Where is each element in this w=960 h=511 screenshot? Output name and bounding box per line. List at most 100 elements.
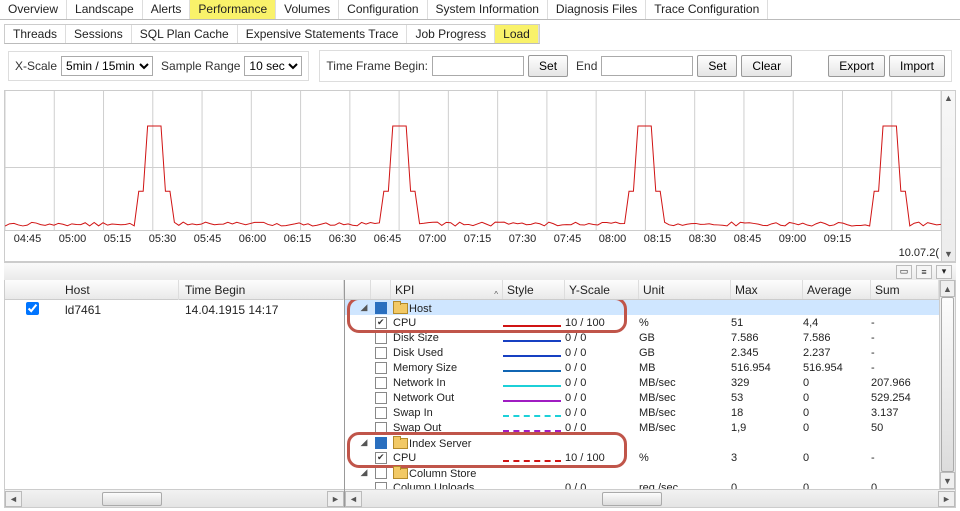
- arrow-down-icon[interactable]: ▼: [940, 472, 955, 489]
- chart-scroll-gutter[interactable]: ▲ ▼: [941, 91, 955, 261]
- clear-button[interactable]: Clear: [741, 55, 792, 77]
- kpi-group-checkbox[interactable]: [375, 467, 387, 479]
- kpi-row[interactable]: Memory Size0 / 0MB516.954516.954-: [345, 360, 939, 375]
- kpi-unit: %: [639, 317, 731, 329]
- kpi-group-row[interactable]: ◢ Host: [345, 300, 939, 315]
- kpi-col-tree[interactable]: [345, 280, 371, 299]
- kpi-checkbox[interactable]: [375, 347, 387, 359]
- set-end-button[interactable]: Set: [697, 55, 737, 77]
- arrow-right-icon[interactable]: ►: [938, 491, 955, 507]
- tree-expand-icon[interactable]: ◢: [359, 302, 369, 313]
- kpi-grid-vscroll[interactable]: ▲ ▼: [939, 280, 955, 489]
- top-tab-alerts[interactable]: Alerts: [143, 0, 191, 19]
- kpi-checkbox[interactable]: [375, 452, 387, 464]
- top-tab-diagnosis-files[interactable]: Diagnosis Files: [548, 0, 646, 19]
- xscale-select[interactable]: 5min / 15min: [61, 56, 153, 76]
- kpi-name: Disk Used: [391, 347, 503, 359]
- sub-tab-job-progress[interactable]: Job Progress: [407, 25, 495, 43]
- x-tick: 09:00: [770, 233, 815, 245]
- import-button[interactable]: Import: [889, 55, 945, 77]
- set-begin-button[interactable]: Set: [528, 55, 568, 77]
- sub-tab-expensive-statements-trace[interactable]: Expensive Statements Trace: [238, 25, 408, 43]
- tree-expand-icon[interactable]: ◢: [359, 437, 369, 448]
- kpi-row[interactable]: CPU10 / 100%514,4-: [345, 315, 939, 330]
- toolstrip-icon-1[interactable]: ▭: [896, 265, 912, 279]
- kpi-col-checkbox[interactable]: [371, 280, 391, 299]
- kpi-col-max[interactable]: Max: [731, 280, 803, 299]
- kpi-row[interactable]: Disk Used0 / 0GB2.3452.237-: [345, 345, 939, 360]
- load-chart[interactable]: [5, 91, 941, 230]
- kpi-sum: 529.254: [871, 392, 939, 404]
- timeframe-begin-input[interactable]: [432, 56, 524, 76]
- sub-tab-bar: ThreadsSessionsSQL Plan CacheExpensive S…: [4, 24, 540, 44]
- sub-tab-threads[interactable]: Threads: [5, 25, 66, 43]
- kpi-checkbox[interactable]: [375, 392, 387, 404]
- host-row-checkbox[interactable]: [26, 302, 39, 315]
- kpi-row[interactable]: Swap In0 / 0MB/sec1803.137: [345, 405, 939, 420]
- arrow-up-icon[interactable]: ▲: [944, 93, 953, 103]
- kpi-row[interactable]: Disk Size0 / 0GB7.5867.586-: [345, 330, 939, 345]
- kpi-col-style[interactable]: Style: [503, 280, 565, 299]
- kpi-col-unit[interactable]: Unit: [639, 280, 731, 299]
- toolstrip-dropdown-icon[interactable]: ▾: [936, 265, 952, 279]
- kpi-row[interactable]: Column Unloads0 / 0req./sec000: [345, 480, 939, 489]
- kpi-row[interactable]: CPU10 / 100%30-: [345, 450, 939, 465]
- host-grid-col-timebegin[interactable]: Time Begin: [179, 280, 344, 300]
- top-tab-landscape[interactable]: Landscape: [67, 0, 143, 19]
- host-grid-col-host[interactable]: Host: [59, 280, 179, 300]
- kpi-style-swatch: [503, 363, 565, 372]
- kpi-checkbox[interactable]: [375, 332, 387, 344]
- toolstrip-icon-2[interactable]: ≡: [916, 265, 932, 279]
- arrow-left-icon[interactable]: ◄: [5, 491, 22, 507]
- kpi-group-checkbox[interactable]: [375, 437, 387, 449]
- sub-tab-sql-plan-cache[interactable]: SQL Plan Cache: [132, 25, 238, 43]
- kpi-col-sum[interactable]: Sum: [871, 280, 939, 299]
- arrow-left-icon[interactable]: ◄: [345, 491, 362, 507]
- host-row[interactable]: ld746114.04.1915 14:17: [5, 300, 344, 320]
- kpi-col-yscale[interactable]: Y-Scale: [565, 280, 639, 299]
- export-button[interactable]: Export: [828, 55, 885, 77]
- top-tab-system-information[interactable]: System Information: [428, 0, 548, 19]
- kpi-checkbox[interactable]: [375, 317, 387, 329]
- kpi-style-swatch: [503, 333, 565, 342]
- kpi-checkbox[interactable]: [375, 362, 387, 374]
- kpi-yscale: 0 / 0: [565, 392, 639, 404]
- timeframe-end-input[interactable]: [601, 56, 693, 76]
- kpi-name: Swap Out: [391, 422, 503, 434]
- x-tick: 07:45: [545, 233, 590, 245]
- kpi-checkbox[interactable]: [375, 482, 387, 490]
- arrow-up-icon[interactable]: ▲: [940, 280, 955, 297]
- top-tab-configuration[interactable]: Configuration: [339, 0, 427, 19]
- top-tab-overview[interactable]: Overview: [0, 0, 67, 19]
- arrow-right-icon[interactable]: ►: [327, 491, 344, 507]
- host-grid-hscroll[interactable]: ◄ ►: [5, 489, 344, 507]
- x-tick: 08:30: [680, 233, 725, 245]
- sub-tab-load[interactable]: Load: [495, 25, 539, 43]
- kpi-group-checkbox[interactable]: [375, 302, 387, 314]
- kpi-checkbox[interactable]: [375, 407, 387, 419]
- kpi-max: 1,9: [731, 422, 803, 434]
- x-tick: 06:30: [320, 233, 365, 245]
- kpi-sum: 0: [871, 482, 939, 490]
- kpi-row[interactable]: Network In0 / 0MB/sec3290207.966: [345, 375, 939, 390]
- top-tab-performance[interactable]: Performance: [190, 0, 276, 19]
- kpi-group-row[interactable]: ◢ Column Store: [345, 465, 939, 480]
- kpi-avg: 0: [803, 392, 871, 404]
- chart-panel: 04:4505:0005:1505:3005:4506:0006:1506:30…: [4, 90, 956, 262]
- kpi-grid-hscroll[interactable]: ◄ ►: [345, 489, 955, 507]
- kpi-group-row[interactable]: ◢ Index Server: [345, 435, 939, 450]
- kpi-col-avg[interactable]: Average: [803, 280, 871, 299]
- kpi-col-kpi[interactable]: KPI^: [391, 280, 503, 299]
- tree-expand-icon[interactable]: ◢: [359, 467, 369, 478]
- kpi-checkbox[interactable]: [375, 377, 387, 389]
- chart-date-label: 10.07.2(: [5, 247, 955, 261]
- top-tab-trace-configuration[interactable]: Trace Configuration: [646, 0, 768, 19]
- kpi-row[interactable]: Network Out0 / 0MB/sec530529.254: [345, 390, 939, 405]
- kpi-checkbox[interactable]: [375, 422, 387, 434]
- top-tab-volumes[interactable]: Volumes: [276, 0, 339, 19]
- sample-range-select[interactable]: 10 sec: [244, 56, 302, 76]
- chart-toolstrip: ▭ ≡ ▾: [4, 262, 956, 280]
- kpi-row[interactable]: Swap Out0 / 0MB/sec1,9050: [345, 420, 939, 435]
- sub-tab-sessions[interactable]: Sessions: [66, 25, 132, 43]
- arrow-down-icon[interactable]: ▼: [944, 249, 953, 259]
